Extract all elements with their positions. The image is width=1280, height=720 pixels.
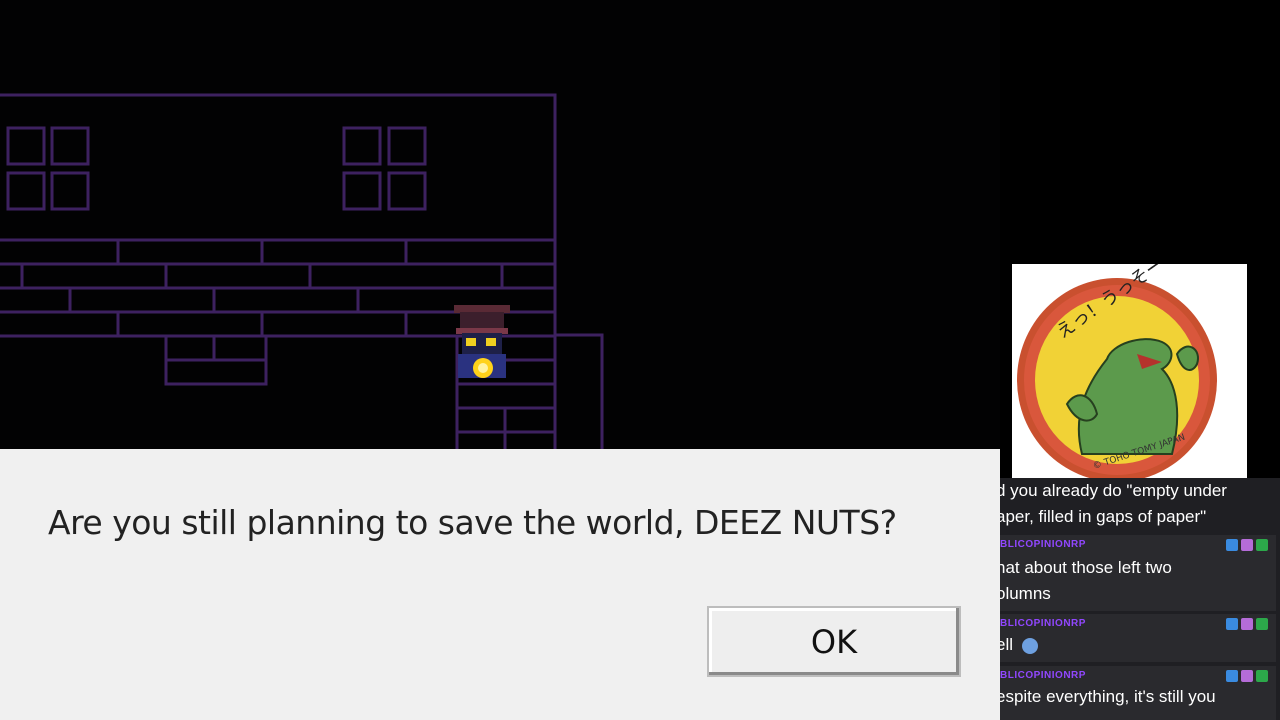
chat-badges [1226,539,1268,551]
chat-message-text: ell [1000,632,1038,658]
game-scene [0,93,604,450]
dialog-message: Are you still planning to save the world… [48,503,897,542]
crown-badge-icon [1226,670,1238,682]
game-viewport [0,0,1000,450]
webcam-overlay-image: えっ！うっそー © TOHO TOMY JAPAN [1012,254,1247,490]
chat-username[interactable]: BLICOPINIONRP [1000,670,1086,681]
godzilla-pin-badge: えっ！うっそー © TOHO TOMY JAPAN [1017,254,1217,482]
sub-badge-icon [1241,539,1253,551]
chat-message-text: olumns [1000,584,1051,603]
sub-badge-icon [1241,618,1253,630]
chat-message-text: espite everything, it's still you [1000,687,1216,706]
chat-badges [1226,618,1268,630]
chat-message-text: d you already do "empty under [1000,481,1227,500]
mod-sword-badge-icon [1256,670,1268,682]
mod-sword-badge-icon [1256,539,1268,551]
niko-character [454,305,510,378]
crown-badge-icon [1226,539,1238,551]
chat-message: BLICOPINIONRP hat about those left two o… [1000,535,1276,611]
chat-message-text: aper, filled in gaps of paper" [1000,507,1207,526]
chat-message-text: hat about those left two [1000,558,1172,577]
chat-panel: d you already do "empty under aper, fill… [1000,478,1280,720]
emote-icon [1021,637,1038,654]
mod-sword-badge-icon [1256,618,1268,630]
sub-badge-icon [1241,670,1253,682]
crown-badge-icon [1226,618,1238,630]
chat-message-word: ell [1000,635,1014,654]
message-dialog: Are you still planning to save the world… [0,449,1000,720]
chat-username[interactable]: BLICOPINIONRP [1000,618,1086,629]
chat-username[interactable]: BLICOPINIONRP [1000,539,1086,550]
chat-message: BLICOPINIONRP ell [1000,614,1276,662]
chat-badges [1226,670,1268,682]
ok-button[interactable]: OK [707,606,961,677]
chat-message: BLICOPINIONRP espite everything, it's st… [1000,666,1276,720]
